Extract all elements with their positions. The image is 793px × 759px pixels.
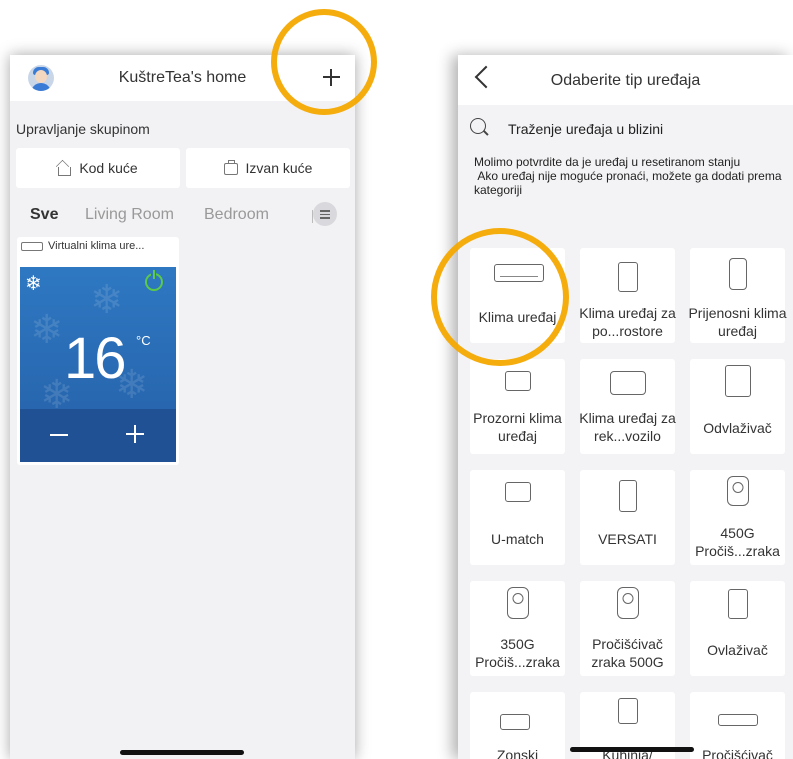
humidifier-icon	[728, 589, 748, 619]
device-type-tile[interactable]: Zonski	[470, 692, 565, 759]
device-type-tile[interactable]: Odvlaživač	[690, 359, 785, 454]
home-screen: KuštreTea's home Upravljanje skupinom Ko…	[10, 55, 355, 759]
device-type-tile[interactable]: Klima uređaj	[470, 248, 565, 343]
search-nearby-row[interactable]: Traženje uređaja u blizini	[458, 105, 793, 145]
device-type-label: Pročišćivač zraka 500G	[591, 636, 664, 670]
tab-all[interactable]: Sve	[30, 206, 58, 224]
air-conditioner-icon	[21, 241, 43, 251]
device-type-label: VERSATI	[598, 531, 657, 547]
temperature-unit: °C	[136, 333, 151, 348]
device-type-label: Ovlaživač	[707, 642, 768, 658]
air-purifier-icon	[507, 587, 529, 619]
device-type-label: Klima uređaj za po...rostore	[579, 305, 676, 339]
device-type-label: Klima uređaj za rek...vozilo	[579, 410, 676, 444]
menu-icon[interactable]	[313, 202, 337, 226]
device-type-label: Odvlaživač	[703, 420, 772, 436]
device-type-title: Odaberite tip uređaja	[550, 72, 701, 89]
device-type-label: Zonski	[496, 747, 539, 759]
device-name: Virtualni klima ure...	[48, 240, 145, 252]
mode-at-home-label: Kod kuće	[79, 160, 138, 176]
device-type-tile[interactable]: VERSATI	[580, 470, 675, 565]
mode-at-home-button[interactable]: Kod kuće	[16, 148, 180, 188]
device-type-label: 350G Pročiš...zraka	[475, 636, 560, 670]
portable-ac-icon	[729, 258, 747, 290]
window-ac-icon	[505, 371, 531, 391]
device-control-panel[interactable]: ❄ ❄ ❄ ❄ ❄ 16 °C	[20, 267, 176, 462]
floor-unit-icon	[618, 262, 638, 292]
purifier-unit-icon	[718, 714, 758, 726]
device-type-tile[interactable]: U-match	[470, 470, 565, 565]
dehumidifier-icon	[725, 365, 751, 397]
device-card-header: Virtualni klima ure...	[21, 240, 177, 252]
device-type-label: Prozorni klima uređaj	[473, 410, 562, 444]
decrease-temperature-button[interactable]	[50, 434, 68, 436]
device-type-label: Pročišćivač	[702, 747, 773, 759]
device-type-tile[interactable]: Ovlaživač	[690, 581, 785, 676]
device-type-header: Odaberite tip uređaja	[458, 55, 793, 105]
search-icon	[470, 118, 486, 134]
mode-away-label: Izvan kuće	[245, 160, 313, 176]
device-type-tile[interactable]: Prijenosni klima uređaj	[688, 248, 787, 343]
home-indicator	[120, 750, 244, 755]
increase-temperature-button[interactable]	[126, 425, 144, 443]
device-type-label: Klima uređaj	[478, 309, 557, 325]
device-type-tile[interactable]: Pročišćivač	[690, 692, 785, 759]
device-type-tile[interactable]: 350G Pročiš...zraka	[470, 581, 565, 676]
zone-icon	[500, 714, 530, 730]
home-title: KuštreTea's home	[118, 69, 247, 86]
snowflake-icon: ❄	[25, 273, 42, 295]
kitchen-icon	[618, 698, 638, 724]
device-type-tile[interactable]: Klima uređaj za po...rostore	[579, 248, 676, 343]
u-match-icon	[505, 482, 531, 502]
device-type-label: 450G Pročiš...zraka	[695, 525, 780, 559]
tab-bedroom[interactable]: Bedroom	[204, 206, 269, 224]
reset-notice: Molimo potvrdite da je uređaj u resetira…	[474, 155, 790, 197]
vehicle-icon	[610, 371, 646, 395]
tab-living-room[interactable]: Living Room	[85, 206, 174, 224]
device-type-label: Prijenosni klima uređaj	[688, 305, 787, 339]
home-header: KuštreTea's home	[10, 55, 355, 101]
device-type-tile[interactable]: Pročišćivač zraka 500G	[580, 581, 675, 676]
device-type-tile[interactable]: Prozorni klima uređaj	[470, 359, 565, 454]
house-icon	[58, 166, 72, 176]
power-icon[interactable]	[145, 270, 163, 291]
temperature-value: 16	[64, 326, 126, 391]
device-type-tile[interactable]: 450G Pročiš...zraka	[690, 470, 785, 565]
suitcase-icon	[223, 160, 238, 175]
device-type-label: U-match	[491, 531, 544, 547]
device-type-tile[interactable]: Klima uređaj za rek...vozilo	[579, 359, 676, 454]
versati-icon	[619, 480, 637, 512]
air-purifier-icon	[727, 476, 749, 506]
reset-notice-line-1: Molimo potvrdite da je uređaj u resetira…	[474, 155, 741, 169]
device-type-screen: Odaberite tip uređaja Traženje uređaja u…	[458, 55, 793, 759]
air-conditioner-icon	[494, 264, 544, 282]
search-nearby-label: Traženje uređaja u blizini	[508, 121, 664, 137]
add-device-button[interactable]	[315, 61, 347, 93]
device-card[interactable]: Virtualni klima ure... ❄ ❄ ❄ ❄ ❄ 16 °C	[17, 237, 179, 465]
air-purifier-icon	[617, 587, 639, 619]
mode-away-button[interactable]: Izvan kuće	[186, 148, 350, 188]
home-indicator	[570, 747, 694, 752]
temperature-controls	[20, 409, 176, 462]
reset-notice-line-2: Ako uređaj nije moguće pronaći, možete g…	[474, 169, 782, 197]
group-control-title: Upravljanje skupinom	[16, 121, 150, 137]
